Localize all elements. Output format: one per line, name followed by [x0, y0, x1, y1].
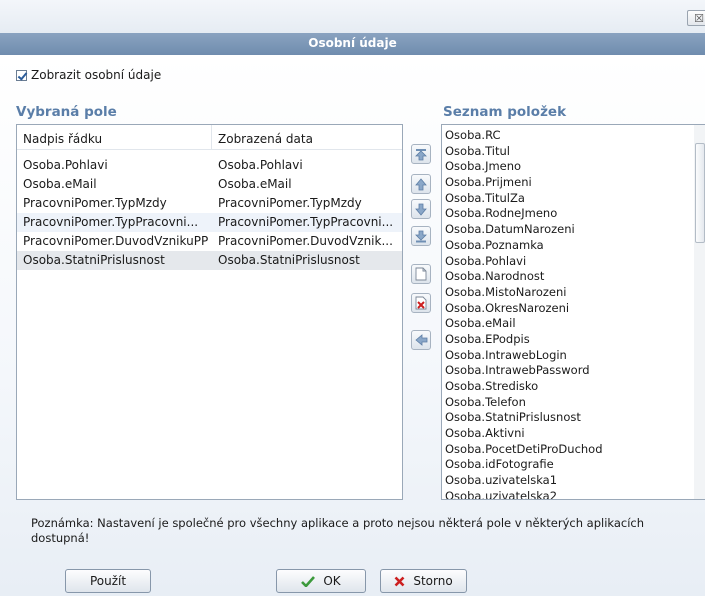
cell-row-title: Osoba.eMail — [23, 177, 97, 191]
checkbox-check-icon[interactable] — [16, 69, 27, 81]
scrollbar-thumb[interactable] — [695, 143, 705, 243]
column-header-row-title[interactable]: Nadpis řádku — [17, 125, 212, 149]
move-top-button[interactable] — [411, 144, 431, 164]
list-item[interactable]: Osoba.IntrawebPassword — [442, 363, 705, 379]
move-down-button[interactable] — [411, 199, 431, 219]
list-item[interactable]: Osoba.EPodpis — [442, 332, 705, 348]
cross-icon — [394, 576, 405, 586]
show-personal-checkbox[interactable]: Zobrazit osobní údaje — [16, 68, 161, 82]
list-item[interactable]: Osoba.Prijmeni — [442, 175, 705, 191]
list-item[interactable]: Osoba.Jmeno — [442, 159, 705, 175]
move-bottom-icon — [415, 230, 427, 242]
column-header-displayed-data[interactable]: Zobrazená data — [212, 125, 402, 149]
list-item[interactable]: Osoba.Titul — [442, 144, 705, 160]
list-item[interactable]: Osoba.Aktivni — [442, 426, 705, 442]
cell-row-title: PracovniPomer.TypMzdy — [23, 196, 167, 210]
cell-row-title: Osoba.StatniPrislusnost — [23, 253, 165, 267]
selected-fields-title: Vybraná pole — [16, 104, 117, 120]
items-listbox[interactable]: Osoba.RC Osoba.Titul Osoba.Jmeno Osoba.P… — [441, 124, 705, 500]
cell-displayed-data: PracovniPomer.TypMzdy — [218, 196, 362, 210]
list-item[interactable]: Osoba.uzivatelska1 — [442, 473, 705, 489]
list-item[interactable]: Osoba.RC — [442, 128, 705, 144]
move-up-button[interactable] — [411, 174, 431, 194]
delete-icon — [415, 296, 427, 310]
ok-button[interactable]: OK — [276, 569, 366, 593]
cell-displayed-data: Osoba.StatniPrislusnost — [218, 253, 360, 267]
list-item[interactable]: Osoba.Narodnost — [442, 269, 705, 285]
list-item[interactable]: Osoba.uzivatelska2 — [442, 489, 705, 499]
cell-displayed-data: PracovniPomer.DuvodVznik... — [218, 234, 393, 248]
list-item[interactable]: Osoba.IntrawebLogin — [442, 348, 705, 364]
list-item[interactable]: Osoba.RodneJmeno — [442, 206, 705, 222]
items-list-title: Seznam položek — [443, 104, 567, 120]
list-item[interactable]: Osoba.idFotografie — [442, 457, 705, 473]
list-item[interactable]: Osoba.eMail — [442, 316, 705, 332]
new-icon — [415, 267, 427, 281]
list-item[interactable]: Osoba.Poznamka — [442, 238, 705, 254]
list-item[interactable]: Osoba.DatumNarozeni — [442, 222, 705, 238]
list-item[interactable]: Osoba.TitulZa — [442, 191, 705, 207]
table-row[interactable]: PracovniPomer.DuvodVznikuPP PracovniPome… — [17, 232, 402, 251]
list-item[interactable]: Osoba.StatniPrislusnost — [442, 410, 705, 426]
apply-label: Použít — [89, 574, 127, 588]
add-left-button[interactable] — [411, 330, 431, 350]
title-bar: Osobní údaje — [0, 33, 705, 55]
move-top-icon — [415, 148, 427, 160]
checkmark-icon — [301, 575, 316, 587]
ok-label: OK — [323, 574, 341, 588]
list-item[interactable]: Osoba.Pohlavi — [442, 254, 705, 270]
top-strip: ☒ — [0, 0, 705, 33]
window-title: Osobní údaje — [308, 36, 397, 50]
table-row[interactable]: PracovniPomer.TypPracovni... PracovniPom… — [17, 213, 402, 232]
note-text: Poznámka: Nastavení je společné pro všec… — [31, 516, 645, 545]
new-button[interactable] — [411, 264, 431, 284]
list-item[interactable]: Osoba.OkresNarozeni — [442, 301, 705, 317]
list-scrollbar[interactable] — [694, 125, 705, 499]
table-row[interactable]: Osoba.Pohlavi Osoba.Pohlavi — [17, 156, 402, 175]
cancel-button[interactable]: Storno — [380, 569, 467, 593]
cell-displayed-data: PracovniPomer.TypPracovni... — [218, 215, 394, 229]
close-icon: ☒ — [694, 12, 704, 25]
cell-row-title: PracovniPomer.TypPracovni... — [23, 215, 199, 229]
cell-row-title: Osoba.Pohlavi — [23, 158, 108, 172]
close-button[interactable]: ☒ — [687, 10, 705, 26]
grid-header: Nadpis řádku Zobrazená data — [17, 125, 402, 150]
add-left-icon — [414, 334, 427, 346]
list-item[interactable]: Osoba.Telefon — [442, 395, 705, 411]
list-item[interactable]: Osoba.Stredisko — [442, 379, 705, 395]
cell-displayed-data: Osoba.eMail — [218, 177, 292, 191]
move-bottom-button[interactable] — [411, 226, 431, 246]
delete-button[interactable] — [411, 293, 431, 313]
show-personal-label: Zobrazit osobní údaje — [31, 68, 162, 82]
cell-row-title: PracovniPomer.DuvodVznikuPP — [23, 234, 209, 248]
table-row-selected[interactable]: Osoba.StatniPrislusnost Osoba.StatniPris… — [17, 251, 402, 270]
table-row[interactable]: PracovniPomer.TypMzdy PracovniPomer.TypM… — [17, 194, 402, 213]
move-up-icon — [415, 177, 427, 190]
list-item[interactable]: Osoba.MistoNarozeni — [442, 285, 705, 301]
cancel-label: Storno — [413, 574, 453, 588]
selected-fields-grid[interactable]: Nadpis řádku Zobrazená data Osoba.Pohlav… — [16, 124, 403, 500]
cell-displayed-data: Osoba.Pohlavi — [218, 158, 303, 172]
list-item[interactable]: Osoba.PocetDetiProDuchod — [442, 442, 705, 458]
table-row[interactable]: Osoba.eMail Osoba.eMail — [17, 175, 402, 194]
apply-button[interactable]: Použít — [65, 569, 151, 593]
move-down-icon — [415, 203, 427, 216]
